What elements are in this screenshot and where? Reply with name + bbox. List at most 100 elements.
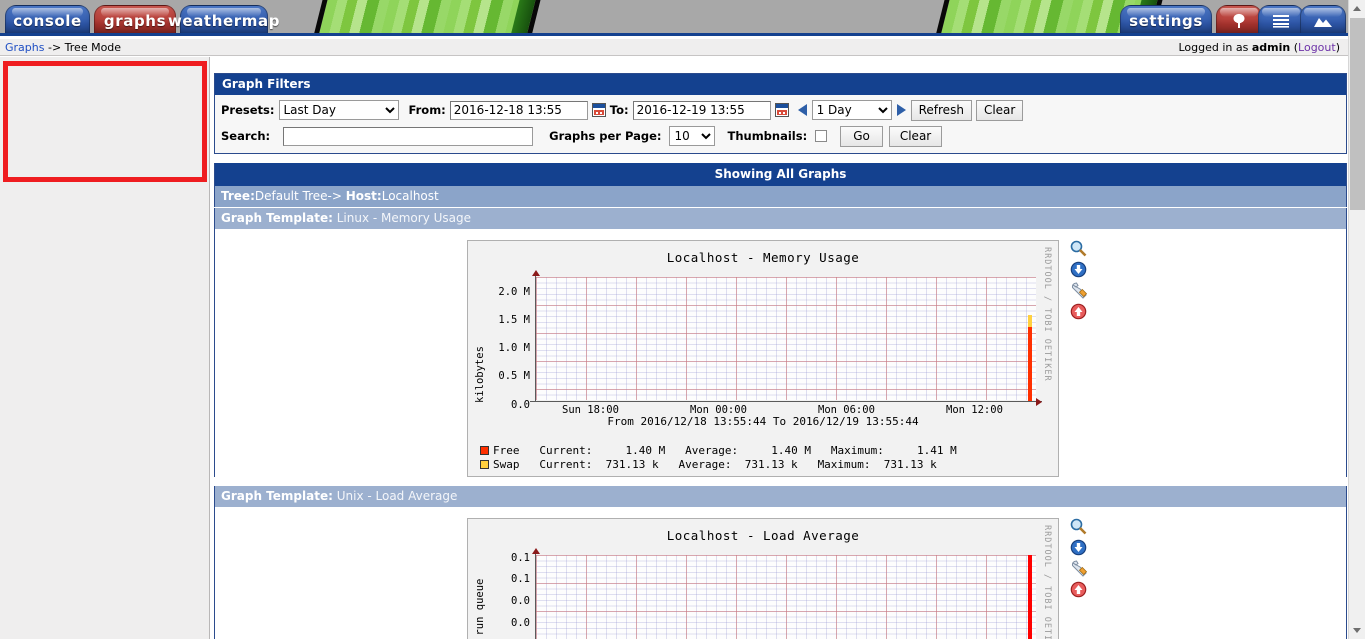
filter-row-search: Search: Graphs per Page: 10 Thumbnails: … xyxy=(221,123,1340,149)
tab-tree-mode[interactable] xyxy=(1216,5,1262,33)
graph-template-prefix-0: Graph Template: xyxy=(221,211,333,225)
graph-ytick-memory-0: 0.0 xyxy=(511,399,530,411)
scrollbar-thumb[interactable] xyxy=(1350,18,1365,210)
legend-label-maximum-free: Maximum: xyxy=(830,444,884,457)
graph-watermark-load: RRDTOOL / TOBI OETIKER xyxy=(1042,525,1052,639)
shift-right-icon[interactable] xyxy=(896,104,906,116)
graph-title-memory: Localhost - Memory Usage xyxy=(666,250,860,265)
graph-y-axis-arrow-memory xyxy=(532,270,540,276)
go-button[interactable]: Go xyxy=(840,125,883,147)
logout-close-paren: ) xyxy=(1335,41,1340,54)
thumbnails-label: Thumbnails: xyxy=(727,129,808,143)
graph-ytick-load-0: 0.1 xyxy=(511,552,530,564)
graph-y-axis-memory xyxy=(535,275,536,402)
logout-link[interactable]: Logout xyxy=(1298,41,1336,54)
graph-row-load-average: Localhost - Load Average processes in th… xyxy=(214,507,1347,639)
list-lines-icon xyxy=(1272,14,1290,28)
graphs-per-page-select[interactable]: 10 xyxy=(669,126,716,146)
logged-in-prefix: Logged in as xyxy=(1178,41,1249,54)
banner-stripe-left-decoration xyxy=(312,0,542,33)
from-calendar-icon[interactable] xyxy=(591,103,606,117)
breadcrumb-bar: Graphs -> Tree Mode Logged in as admin (… xyxy=(0,39,1348,56)
mountains-icon xyxy=(1313,15,1333,28)
graph-template-prefix-1: Graph Template: xyxy=(221,489,333,503)
graph-series-swap-memory xyxy=(1028,315,1032,327)
breadcrumb-graphs-link[interactable]: Graphs xyxy=(5,41,44,54)
graph-x-axis-arrow-memory xyxy=(1036,398,1042,406)
graph-row-memory-usage: Localhost - Memory Usage kilobytes 0.0 0… xyxy=(214,229,1347,477)
legend-swatch-free xyxy=(480,446,489,455)
graph-legend-row-free: Free Current: 1.40 M Average: 1.40 M Max… xyxy=(480,444,957,457)
properties-icon[interactable] xyxy=(1070,560,1088,577)
top-banner: console graphs weathermap settings xyxy=(0,0,1348,36)
graph-ytick-memory-3: 1.5 M xyxy=(498,314,530,326)
page-scrollbar[interactable] xyxy=(1348,0,1365,639)
tab-console[interactable]: console xyxy=(5,5,90,33)
zoom-icon[interactable] xyxy=(1070,518,1087,535)
graph-plot-area-load xyxy=(536,555,1036,639)
graph-template-bar-memory: Graph Template: Linux - Memory Usage xyxy=(214,208,1347,229)
graph-range-memory: From 2016/12/18 13:55:44 To 2016/12/19 1… xyxy=(607,415,919,428)
presets-label: Presets: xyxy=(221,103,275,117)
graph-y-axis-load xyxy=(535,553,536,639)
page-top-icon[interactable] xyxy=(1070,303,1087,320)
tab-settings[interactable]: settings xyxy=(1120,5,1212,33)
thumbnails-checkbox[interactable] xyxy=(815,130,828,142)
interval-select[interactable]: 1 Day xyxy=(811,100,892,120)
to-date-input[interactable] xyxy=(632,100,771,120)
graph-x-axis-memory xyxy=(530,401,1042,402)
from-date-input[interactable] xyxy=(449,100,588,120)
presets-select[interactable]: Last Day xyxy=(278,100,399,120)
graph-watermark-memory: RRDTOOL / TOBI OETIKER xyxy=(1042,247,1052,382)
legend-current-swap: 731.13 k xyxy=(605,458,659,471)
graph-title-load: Localhost - Load Average xyxy=(666,528,860,543)
scroll-down-icon[interactable] xyxy=(1349,622,1365,639)
clear-search-button[interactable]: Clear xyxy=(888,125,943,147)
legend-label-average-swap: Average: xyxy=(678,458,732,471)
tab-settings-label: settings xyxy=(1129,12,1203,30)
tree-icon xyxy=(1230,12,1248,30)
legend-maximum-swap: 731.13 k xyxy=(883,458,937,471)
zoom-icon[interactable] xyxy=(1070,240,1087,257)
csv-export-icon[interactable] xyxy=(1070,261,1087,278)
graph-series-free-memory xyxy=(1028,327,1032,401)
graph-plot-area-memory xyxy=(536,277,1036,400)
graph-image-load-average[interactable]: Localhost - Load Average processes in th… xyxy=(467,518,1059,639)
page-top-icon[interactable] xyxy=(1070,581,1087,598)
showing-all-graphs-bar: Showing All Graphs xyxy=(214,163,1347,186)
from-label: From: xyxy=(408,103,446,117)
graph-ytick-load-1: 0.1 xyxy=(511,573,530,585)
tab-graphs-label: graphs xyxy=(103,12,167,30)
graph-filters-body: Presets: Last Day From: To: 1 Day xyxy=(215,95,1346,153)
tab-weathermap[interactable]: weathermap xyxy=(168,5,279,33)
graph-actions-memory xyxy=(1059,240,1101,324)
legend-average-free: 1.40 M xyxy=(771,444,811,457)
to-calendar-icon[interactable] xyxy=(774,103,789,117)
search-input[interactable] xyxy=(283,126,534,146)
tab-graphs[interactable]: graphs xyxy=(94,5,176,33)
sidebar-tree-panel xyxy=(0,57,210,639)
graph-template-bar-load: Graph Template: Unix - Load Average xyxy=(214,486,1347,507)
clear-dates-button[interactable]: Clear xyxy=(975,99,1024,121)
graph-filters-title: Graph Filters xyxy=(215,74,1346,95)
filter-row-dates: Presets: Last Day From: To: 1 Day xyxy=(221,97,1340,123)
tree-prefix: Tree: xyxy=(221,189,255,203)
graph-ytick-memory-4: 2.0 M xyxy=(498,286,530,298)
search-label: Search: xyxy=(221,129,271,143)
graph-ytick-memory-1: 0.5 M xyxy=(498,370,530,382)
graph-series-load-1min xyxy=(1028,555,1032,639)
csv-export-icon[interactable] xyxy=(1070,539,1087,556)
graph-actions-load xyxy=(1059,518,1101,602)
tab-list-mode[interactable] xyxy=(1258,5,1304,33)
properties-icon[interactable] xyxy=(1070,282,1088,299)
tab-preview-mode[interactable] xyxy=(1300,5,1346,33)
logged-in-user: admin xyxy=(1251,41,1291,54)
scroll-up-icon[interactable] xyxy=(1349,0,1365,17)
legend-maximum-free: 1.41 M xyxy=(916,444,957,457)
refresh-button[interactable]: Refresh xyxy=(910,99,972,121)
host-prefix: Host: xyxy=(345,189,382,203)
graph-template-name-1: Unix - Load Average xyxy=(336,489,458,503)
shift-left-icon[interactable] xyxy=(797,104,807,116)
legend-label-current-free: Current: xyxy=(539,444,593,457)
graph-image-memory-usage[interactable]: Localhost - Memory Usage kilobytes 0.0 0… xyxy=(467,240,1059,477)
